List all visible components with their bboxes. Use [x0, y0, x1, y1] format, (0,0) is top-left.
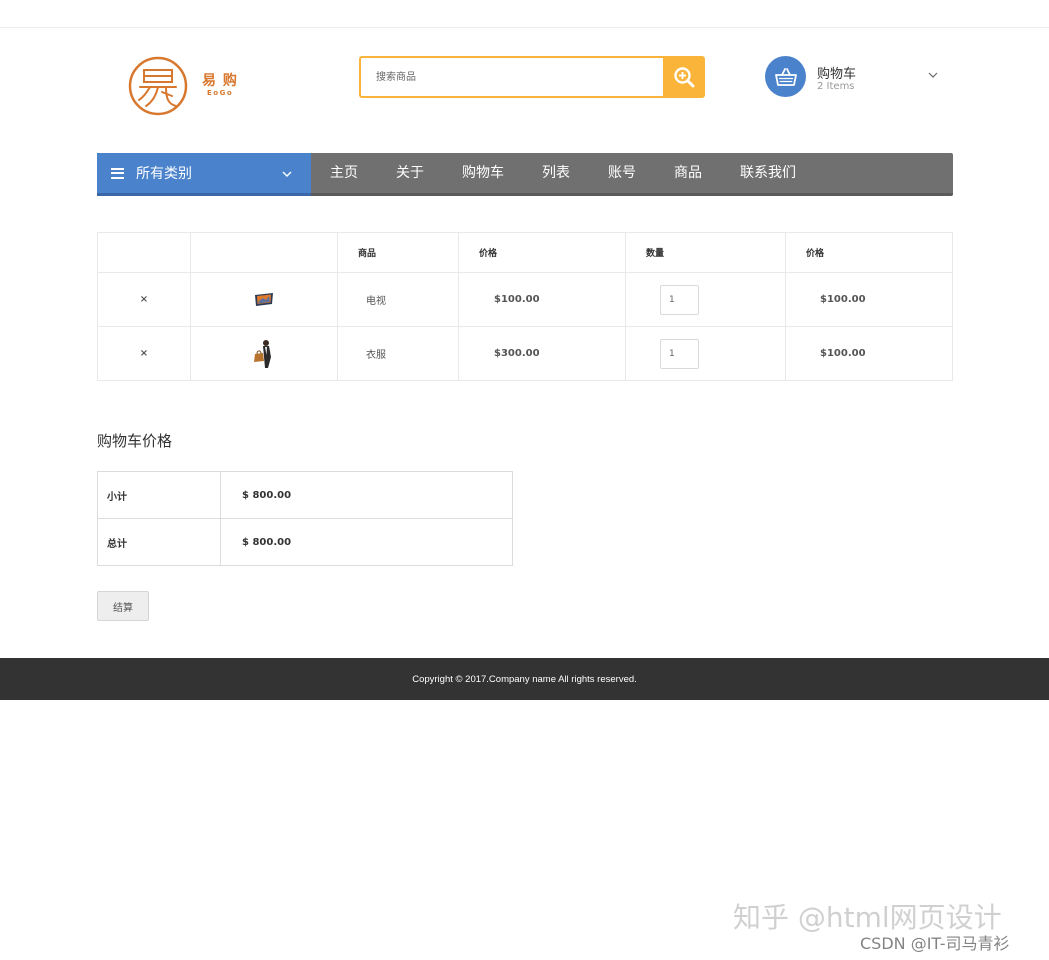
- tv-thumbnail-icon: [255, 293, 273, 306]
- quantity-cell: [625, 272, 786, 327]
- column-header-thumbnail: [190, 232, 338, 273]
- cart-item-count: 2 Items: [817, 81, 855, 92]
- clothes-thumbnail-icon: [254, 339, 271, 368]
- cart-table: 商品 价格 数量 价格 × 电视 $100.00 $100.00 ×: [97, 232, 953, 381]
- cart-title: 购物车: [817, 67, 857, 82]
- cart-table-header: 商品 价格 数量 价格: [97, 232, 953, 273]
- watermark-csdn: CSDN @IT-司马青衫: [860, 934, 1010, 953]
- main-nav: 所有类别 主页 关于 购物车 列表 账号 商品 联系我们: [97, 153, 953, 196]
- quantity-input[interactable]: [660, 338, 699, 369]
- search-input[interactable]: [359, 56, 663, 98]
- product-price: $100.00: [458, 272, 626, 327]
- total-row: 总计 $ 800.00: [97, 518, 513, 566]
- nav-item-about[interactable]: 关于: [377, 153, 443, 193]
- column-header-remove: [97, 232, 191, 273]
- all-categories-label: 所有类别: [136, 166, 192, 182]
- product-thumbnail[interactable]: [190, 326, 338, 381]
- column-header-product: 商品: [337, 232, 459, 273]
- product-total: $100.00: [785, 326, 953, 381]
- copyright-text: Copyright © 2017.Company name All rights…: [412, 673, 637, 685]
- product-price: $300.00: [458, 326, 626, 381]
- nav-item-contact[interactable]: 联系我们: [721, 153, 815, 193]
- header-cart[interactable]: 购物车 2 Items: [765, 56, 945, 98]
- quantity-cell: [625, 326, 786, 381]
- product-total: $100.00: [785, 272, 953, 327]
- total-label: 总计: [97, 518, 221, 566]
- basket-icon: [774, 67, 797, 86]
- nav-item-home[interactable]: 主页: [311, 153, 377, 193]
- footer: Copyright © 2017.Company name All rights…: [0, 658, 1049, 700]
- product-name[interactable]: 电视: [337, 272, 459, 327]
- logo-text: 易 购: [202, 73, 238, 89]
- nav-item-account[interactable]: 账号: [589, 153, 655, 193]
- search-button[interactable]: [663, 56, 705, 98]
- total-value: $ 800.00: [220, 518, 513, 566]
- nav-item-list[interactable]: 列表: [523, 153, 589, 193]
- product-thumbnail[interactable]: [190, 272, 338, 327]
- logo-subtext: EoGo: [207, 89, 234, 97]
- chevron-down-icon: [282, 171, 292, 177]
- product-name[interactable]: 衣服: [337, 326, 459, 381]
- table-row: × 电视 $100.00 $100.00: [97, 272, 953, 327]
- cart-badge: [765, 56, 806, 97]
- table-row: × 衣服 $300.00 $100.00: [97, 326, 953, 381]
- column-header-price: 价格: [458, 232, 626, 273]
- column-header-quantity: 数量: [625, 232, 786, 273]
- quantity-input[interactable]: [660, 284, 699, 315]
- search-icon: [674, 67, 695, 88]
- logo-seal-icon: [128, 56, 188, 116]
- remove-item-button[interactable]: ×: [97, 272, 191, 327]
- chevron-down-icon[interactable]: [927, 69, 939, 81]
- cart-totals-table: 小计 $ 800.00 总计 $ 800.00: [97, 471, 513, 566]
- all-categories-button[interactable]: 所有类别: [97, 153, 311, 196]
- search-bar: [359, 56, 705, 98]
- remove-item-button[interactable]: ×: [97, 326, 191, 381]
- nav-links: 主页 关于 购物车 列表 账号 商品 联系我们: [311, 153, 815, 193]
- subtotal-row: 小计 $ 800.00: [97, 471, 513, 519]
- cart-totals-title: 购物车价格: [97, 432, 173, 450]
- subtotal-label: 小计: [97, 471, 221, 519]
- hamburger-icon: [111, 167, 124, 179]
- top-divider: [0, 27, 1049, 28]
- subtotal-value: $ 800.00: [220, 471, 513, 519]
- column-header-total: 价格: [785, 232, 953, 273]
- nav-item-products[interactable]: 商品: [655, 153, 721, 193]
- site-logo[interactable]: 易 购 EoGo: [128, 56, 248, 116]
- checkout-button[interactable]: 结算: [97, 591, 149, 621]
- nav-item-cart[interactable]: 购物车: [443, 153, 523, 193]
